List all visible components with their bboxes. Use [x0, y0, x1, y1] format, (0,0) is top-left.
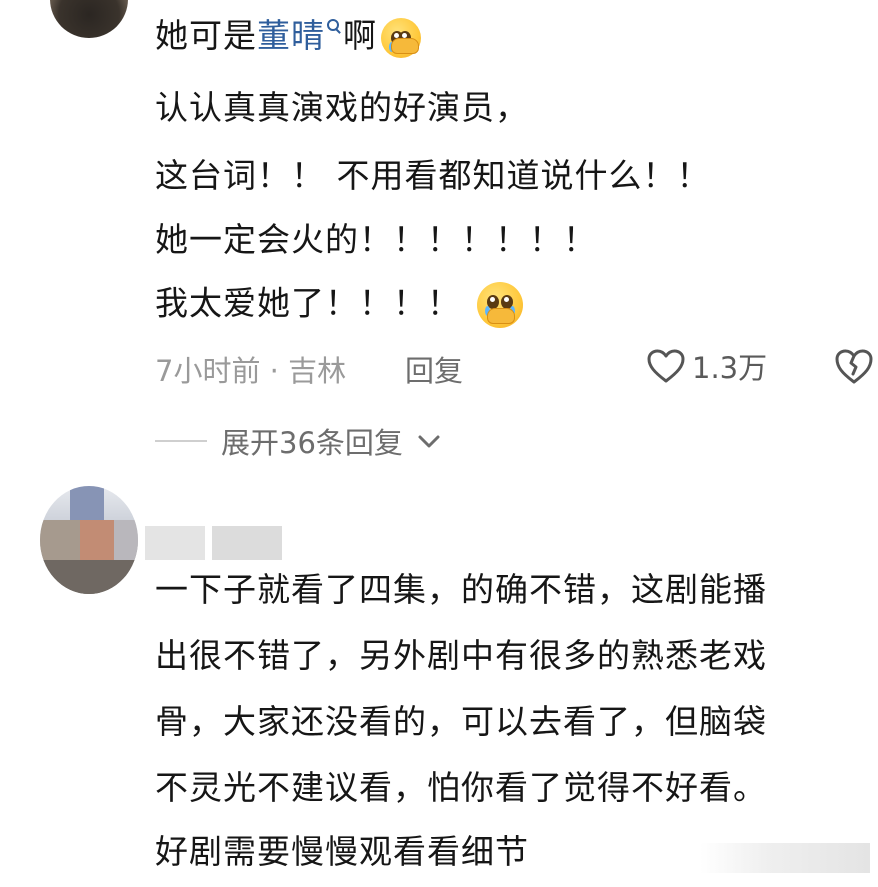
divider-line	[155, 440, 207, 442]
expand-replies-label: 展开36条回复	[221, 426, 403, 460]
comment-1-timestamp-location: 7小时前 · 吉林	[155, 354, 347, 388]
username-blurred[interactable]	[145, 526, 205, 560]
search-icon	[327, 16, 341, 38]
comment-1-line-5-text: 我太爱她了！！！！	[155, 283, 461, 323]
comment-1-line-3: 这台词！！ 不用看都知道说什么！！	[155, 156, 711, 195]
comment-1-line-4: 她一定会火的！！！！！！！	[155, 220, 597, 259]
watermark	[700, 843, 870, 873]
commenter-avatar-2[interactable]	[40, 486, 138, 594]
comment-1-line-2: 认认真真演戏的好演员，	[155, 88, 529, 127]
crying-emoji-icon	[381, 17, 421, 58]
comment-2-line-1: 一下子就看了四集，的确不错，这剧能播	[155, 570, 767, 609]
comment-1-line-5: 我太爱她了！！！！	[155, 282, 523, 328]
commenter-avatar-1[interactable]	[50, 0, 128, 38]
comment-1-line-1: 她可是董晴啊	[155, 16, 421, 58]
comment-2-line-2: 出很不错了，另外剧中有很多的熟悉老戏	[155, 636, 767, 675]
comment-1-text-prefix: 她可是	[155, 16, 257, 55]
avatar-mosaic-block	[114, 520, 138, 560]
avatar-mosaic-block	[40, 520, 80, 560]
username-blurred[interactable]	[212, 526, 282, 560]
avatar-mosaic-block	[40, 560, 138, 594]
comment-1-text-suffix: 啊	[343, 16, 377, 55]
actor-name-link[interactable]: 董晴	[257, 16, 343, 55]
heart-outline-icon	[647, 349, 685, 383]
like-button[interactable]: 1.3万	[646, 346, 767, 386]
broken-heart-icon[interactable]	[833, 346, 875, 386]
actor-name-link-text[interactable]: 董晴	[257, 16, 325, 55]
avatar-mosaic-block	[80, 520, 114, 560]
like-count: 1.3万	[692, 351, 768, 385]
comment-2-line-4: 不灵光不建议看，怕你看了觉得不好看。	[155, 768, 767, 807]
reply-button[interactable]: 回复	[405, 348, 463, 390]
avatar-mosaic-block	[70, 486, 104, 520]
comment-2-line-3: 骨，大家还没看的，可以去看了，但脑袋	[155, 702, 767, 741]
chevron-down-icon	[418, 435, 440, 448]
crying-emoji-icon	[476, 282, 523, 328]
expand-replies-button[interactable]: 展开36条回复	[155, 420, 441, 462]
comment-2-line-5: 好剧需要慢慢观看看细节	[155, 832, 529, 871]
